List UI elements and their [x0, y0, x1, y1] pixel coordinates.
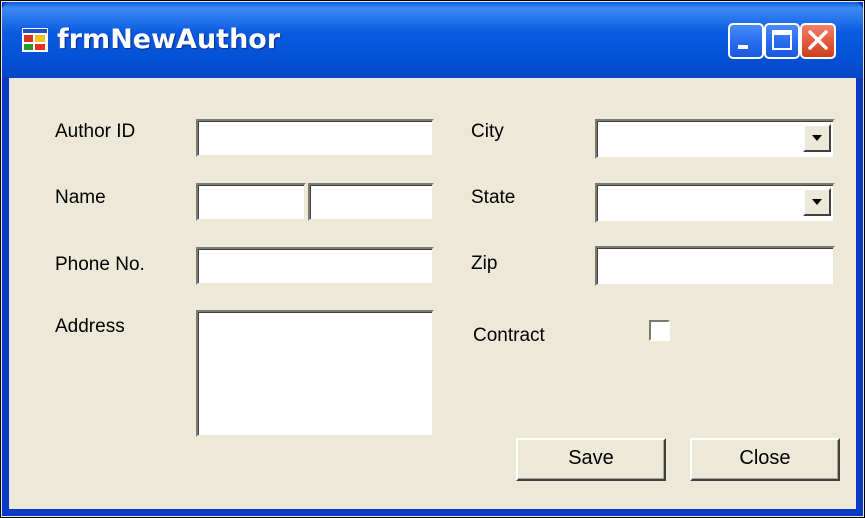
- city-label: City: [471, 121, 504, 142]
- phone-field[interactable]: [196, 247, 434, 285]
- state-label: State: [471, 187, 516, 208]
- author-id-field[interactable]: [196, 119, 434, 157]
- phone-label: Phone No.: [55, 254, 145, 275]
- address-field[interactable]: [196, 310, 434, 437]
- contract-checkbox[interactable]: [649, 320, 670, 341]
- address-label: Address: [55, 316, 125, 337]
- window-title: frmNewAuthor: [57, 24, 281, 55]
- city-dropdown[interactable]: [595, 119, 835, 159]
- form-window: frmNewAuthor Author ID Name Phone No. Ad…: [0, 0, 865, 518]
- last-name-field[interactable]: [308, 183, 434, 221]
- minimize-button[interactable]: [728, 23, 764, 59]
- state-dropdown[interactable]: [595, 183, 835, 223]
- first-name-field[interactable]: [196, 183, 306, 221]
- contract-label: Contract: [473, 325, 545, 346]
- title-bar[interactable]: frmNewAuthor: [2, 2, 863, 78]
- save-button[interactable]: Save: [516, 438, 666, 481]
- state-dropdown-button[interactable]: [803, 188, 831, 216]
- maximize-button[interactable]: [764, 23, 800, 59]
- zip-field[interactable]: [595, 246, 835, 286]
- city-dropdown-button[interactable]: [803, 124, 831, 152]
- close-button[interactable]: Close: [690, 438, 840, 481]
- name-label: Name: [55, 187, 106, 208]
- close-window-button[interactable]: [800, 23, 836, 59]
- author-id-label: Author ID: [55, 121, 136, 142]
- zip-label: Zip: [471, 253, 498, 274]
- form-app-icon: [22, 28, 48, 52]
